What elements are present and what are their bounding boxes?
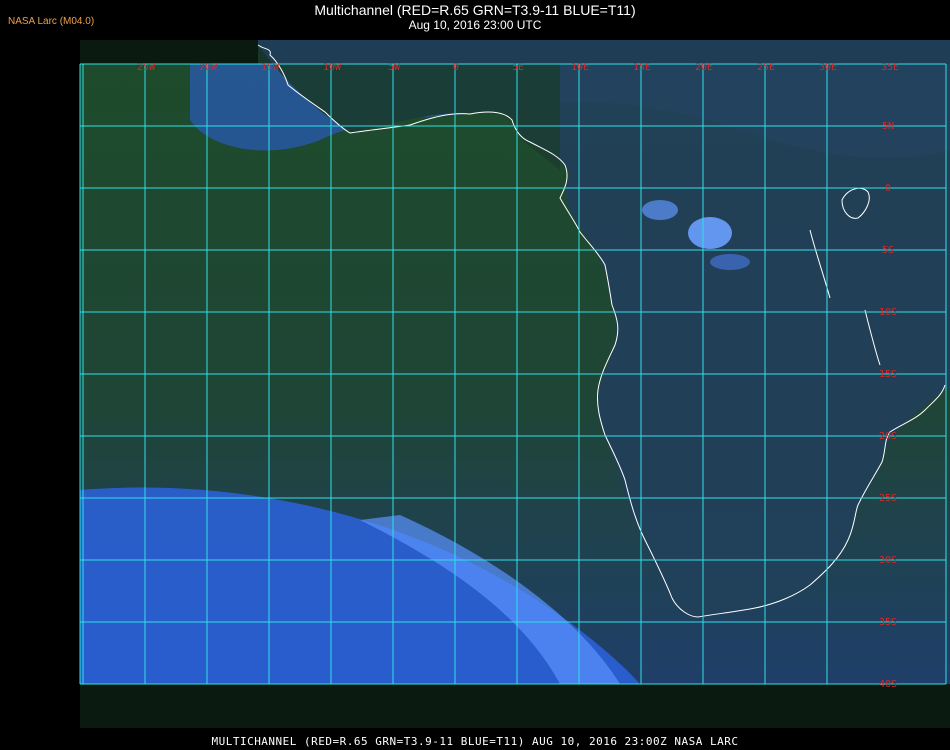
convective-cloud-3 [710, 254, 750, 270]
longitude-label: 10W [323, 62, 342, 73]
latitude-label: 30S [879, 555, 897, 566]
convective-cloud-2 [642, 200, 678, 220]
convective-cloud-1 [688, 217, 732, 249]
latitude-label: 20S [879, 431, 897, 442]
longitude-label: 20W [199, 62, 218, 73]
longitude-label: 15W [261, 62, 280, 73]
satellite-map: 25W 20W 15W 10W 5W 0 5E 10E 15E 20E 25E 30E 35E 5N 0 5… [79, 40, 950, 728]
longitude-label: 10E [571, 62, 589, 73]
longitude-label: 0 [453, 62, 459, 73]
longitude-label: 5E [512, 62, 524, 73]
longitude-label: 5W [388, 62, 401, 73]
longitude-label: 30E [819, 62, 837, 73]
image-footer-caption: MULTICHANNEL (RED=R.65 GRN=T3.9-11 BLUE=… [211, 735, 739, 748]
latitude-label: 0 [885, 183, 891, 194]
longitude-label: 25W [137, 62, 156, 73]
longitude-label: 35E [881, 62, 899, 73]
latitude-label: 40S [879, 679, 897, 690]
longitude-label: 20E [695, 62, 713, 73]
latitude-label: 25S [879, 493, 897, 504]
latitude-label: 5N [882, 121, 894, 132]
longitude-label: 25E [757, 62, 775, 73]
latitude-label: 10S [879, 307, 897, 318]
latitude-label: 15S [879, 369, 897, 380]
latitude-label: 35S [879, 617, 897, 628]
latitude-label: 5S [882, 245, 894, 256]
longitude-label: 15E [633, 62, 651, 73]
